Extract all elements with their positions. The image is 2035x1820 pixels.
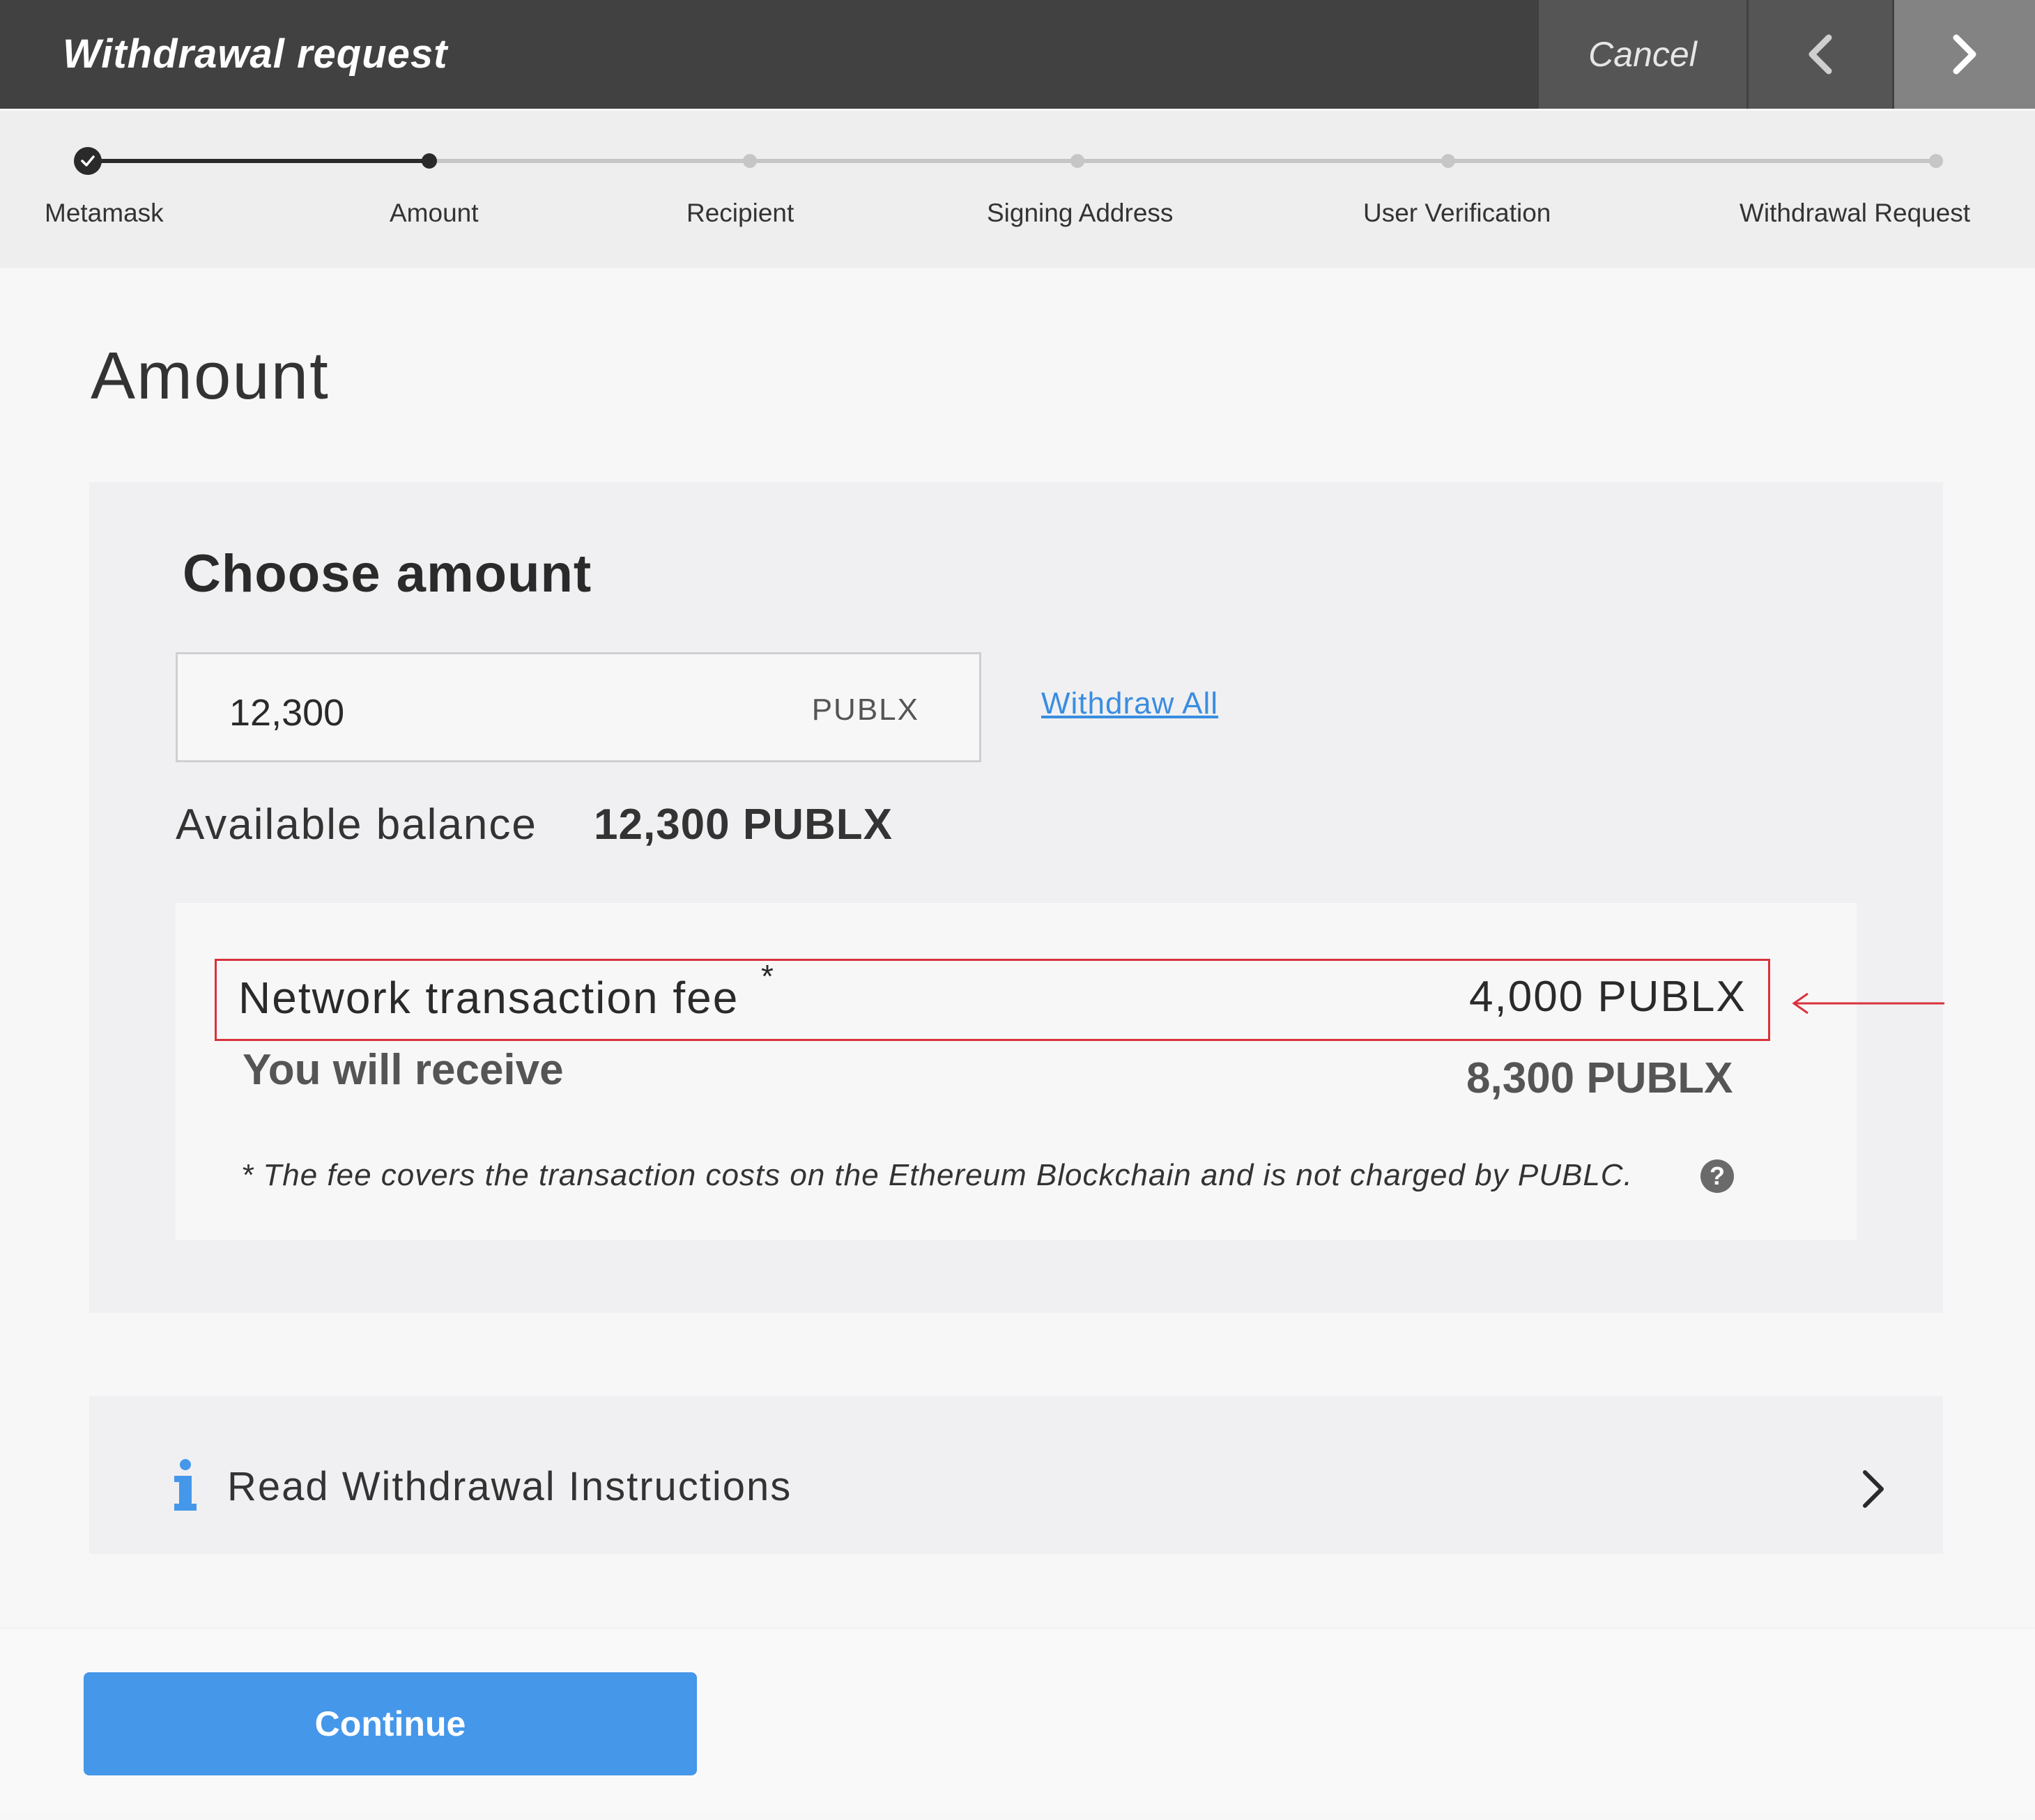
chevron-left-icon (1809, 34, 1832, 75)
step-label-user-verification: User Verification (1363, 199, 1551, 227)
you-will-receive-label: You will receive (243, 1046, 564, 1094)
next-button[interactable] (1894, 0, 2035, 109)
step-dot (1929, 154, 1943, 168)
fee-footnote: * The fee covers the transaction costs o… (241, 1158, 1633, 1192)
amount-unit-label: PUBLX (811, 693, 919, 727)
available-balance-value: 12,300 PUBLX (594, 801, 893, 849)
back-button[interactable] (1749, 0, 1892, 109)
step-dot (1441, 154, 1455, 168)
arrow-left-icon (1792, 992, 1944, 1015)
amount-input[interactable]: 12,300 PUBLX (176, 652, 981, 762)
read-instructions-label: Read Withdrawal Instructions (227, 1464, 792, 1509)
network-fee-label: Network transaction fee (238, 973, 739, 1023)
choose-amount-heading: Choose amount (183, 544, 592, 603)
step-label-withdrawal-request: Withdrawal Request (1740, 199, 1971, 227)
step-current-dot (422, 153, 437, 169)
amount-input-value: 12,300 (229, 692, 345, 734)
available-balance-label: Available balance (176, 801, 537, 849)
step-label-recipient: Recipient (686, 199, 794, 227)
page-header-title: Withdrawal request (63, 31, 448, 77)
withdraw-all-link[interactable]: Withdraw All (1041, 686, 1218, 721)
page-title: Amount (91, 339, 330, 413)
help-icon[interactable]: ? (1700, 1159, 1734, 1193)
app-header: Withdrawal request Cancel (0, 0, 2035, 109)
step-label-signing-address: Signing Address (987, 199, 1174, 227)
fee-footnote-marker: * (761, 958, 774, 994)
continue-button[interactable]: Continue (84, 1672, 697, 1775)
you-will-receive-value: 8,300 PUBLX (1466, 1054, 1733, 1102)
step-dot (743, 154, 757, 168)
chevron-right-icon (1953, 34, 1976, 75)
info-icon (174, 1459, 197, 1511)
network-fee-value: 4,000 PUBLX (1469, 973, 1746, 1021)
stepper-track-completed (88, 159, 429, 163)
step-completed-check-icon (74, 147, 102, 175)
step-label-amount: Amount (390, 199, 479, 227)
step-dot (1070, 154, 1084, 168)
cancel-button[interactable]: Cancel (1539, 0, 1746, 109)
stepper-track-upcoming (429, 159, 1936, 163)
chevron-right-icon (1863, 1470, 1884, 1508)
step-label-metamask: Metamask (45, 199, 164, 227)
progress-stepper (0, 111, 2035, 268)
